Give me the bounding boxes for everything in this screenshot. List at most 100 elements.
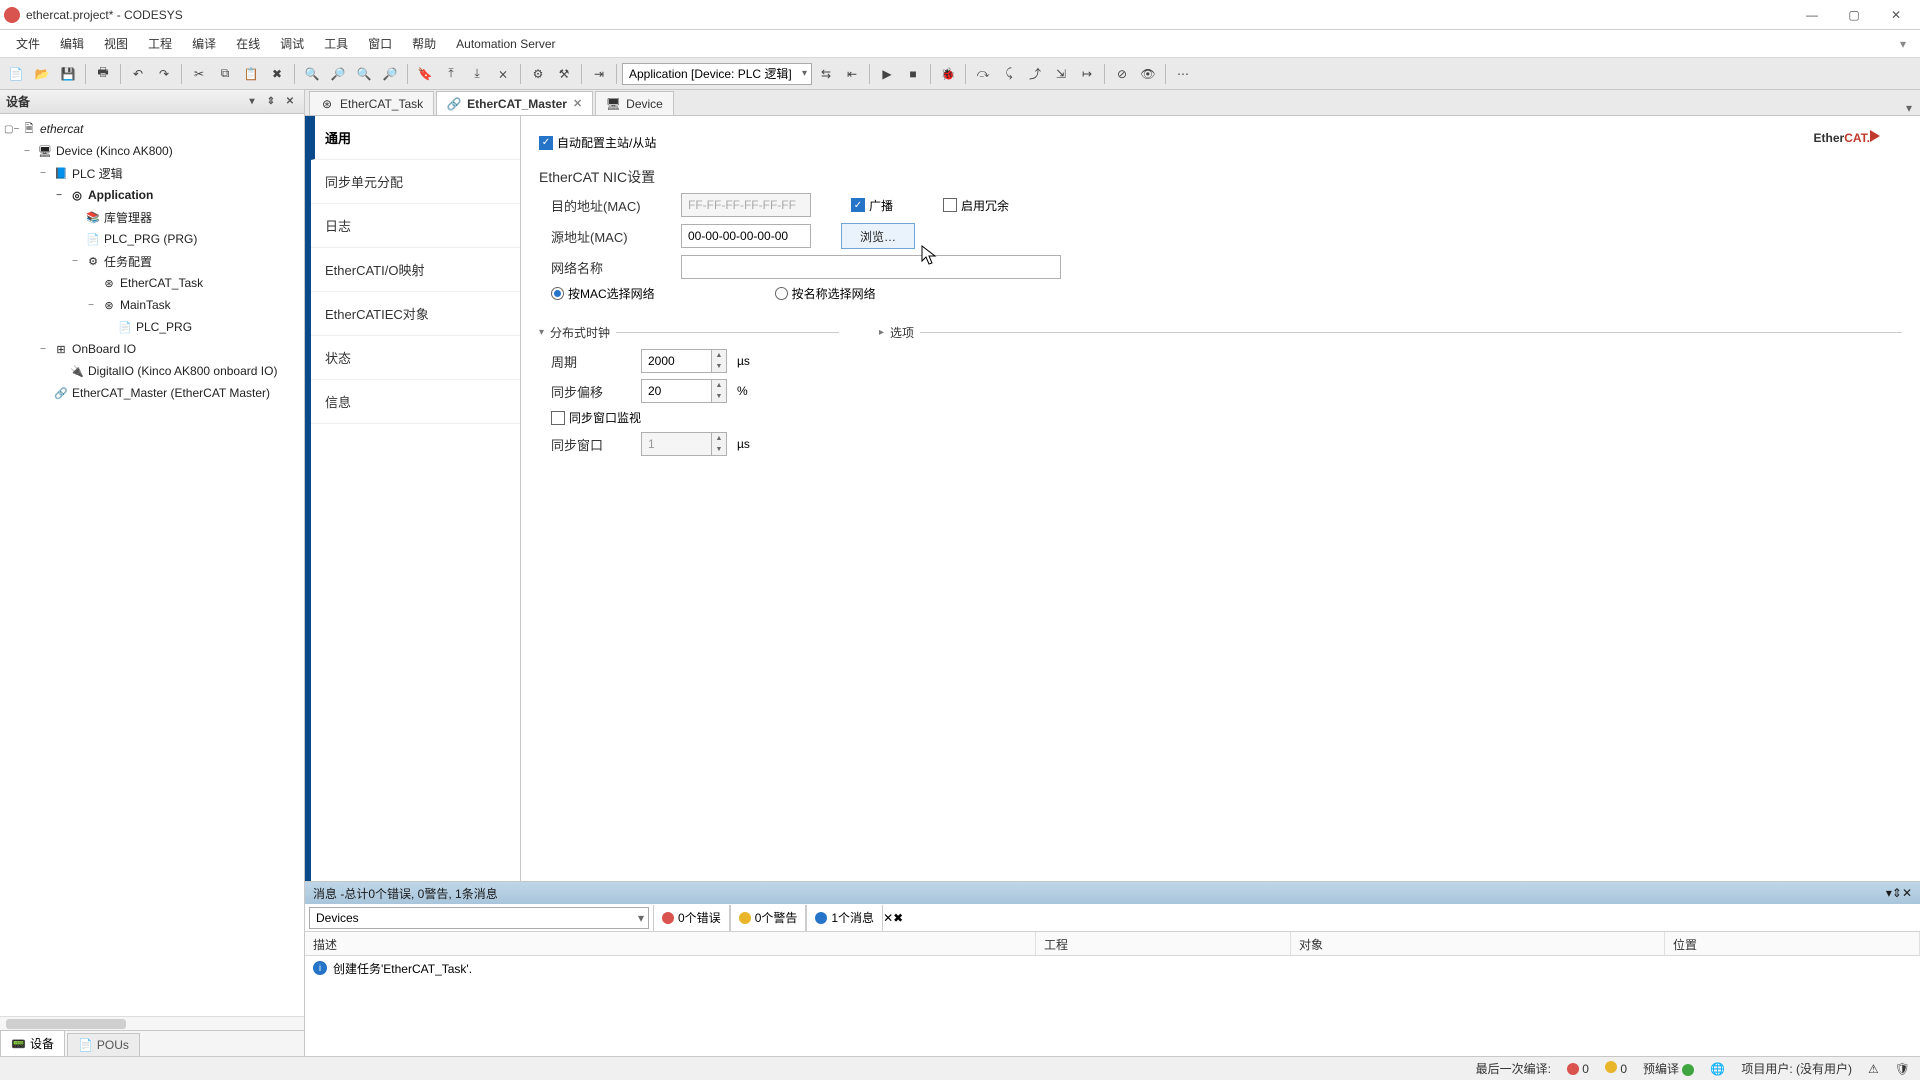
nav-info[interactable]: 信息 [311, 380, 520, 424]
sync-window-monitor-checkbox[interactable]: 同步窗口监视 [551, 409, 641, 426]
globe-icon[interactable]: 🌐 [1710, 1062, 1725, 1076]
step-out-icon[interactable]: ⤴ [1023, 62, 1047, 86]
cut-icon[interactable]: ✂ [187, 62, 211, 86]
period-spinner[interactable]: ▲▼ [641, 349, 727, 373]
save-icon[interactable]: 💾 [56, 62, 80, 86]
step-into-icon[interactable]: ⤹ [997, 62, 1021, 86]
select-by-mac-radio[interactable]: 按MAC选择网络 [551, 285, 655, 302]
build-all-icon[interactable]: ⚒ [552, 62, 576, 86]
filter-errors[interactable]: 0个错误 [653, 905, 730, 931]
menu-debug[interactable]: 调试 [270, 31, 314, 56]
nav-general[interactable]: 通用 [311, 116, 520, 160]
maximize-button[interactable]: ▢ [1834, 1, 1874, 29]
redo-icon[interactable]: ↷ [152, 62, 176, 86]
bookmark-clear-icon[interactable]: ⨯ [491, 62, 515, 86]
misc-icon[interactable]: ⋯ [1171, 62, 1195, 86]
minimize-button[interactable]: — [1792, 1, 1832, 29]
delete-icon[interactable]: ✖ [265, 62, 289, 86]
network-name-input[interactable] [681, 255, 1061, 279]
watch-icon[interactable]: 👁 [1136, 62, 1160, 86]
nav-iec-objects[interactable]: EtherCATIEC对象 [311, 292, 520, 336]
copy-icon[interactable]: ⧉ [213, 62, 237, 86]
panel-dropdown-icon[interactable]: ▾ [244, 94, 260, 110]
breakpoints-icon[interactable]: ⊘ [1110, 62, 1134, 86]
tab-device[interactable]: 🖥Device [595, 91, 674, 115]
device-tree[interactable]: ▢−🗎ethercat −🖥Device (Kinco AK800) −📘PLC… [0, 114, 304, 1016]
continue-icon[interactable]: ↦ [1075, 62, 1099, 86]
filter-warnings[interactable]: 0个警告 [730, 905, 807, 931]
broadcast-checkbox[interactable]: ✓ 广播 [851, 197, 893, 214]
tab-devices[interactable]: 📟设备 [0, 1030, 65, 1056]
msg-close-icon[interactable]: ✕ [1902, 886, 1912, 900]
col-object[interactable]: 对象 [1291, 932, 1665, 955]
panel-close-icon[interactable]: ✕ [282, 94, 298, 110]
login-app-icon[interactable]: ⇆ [814, 62, 838, 86]
tree-task-config[interactable]: −⚙任务配置 [2, 250, 302, 272]
status-icon-1[interactable]: ⚠ [1868, 1062, 1879, 1076]
find-icon[interactable]: 🔍 [300, 62, 324, 86]
messages-list[interactable]: i 创建任务'EtherCAT_Task'. [305, 956, 1920, 1056]
menu-file[interactable]: 文件 [6, 31, 50, 56]
menu-project[interactable]: 工程 [138, 31, 182, 56]
menu-view[interactable]: 视图 [94, 31, 138, 56]
start-icon[interactable]: ▶ [875, 62, 899, 86]
find-replace-icon[interactable]: 🔍 [352, 62, 376, 86]
tree-ethercat-master[interactable]: 🔗EtherCAT_Master (EtherCAT Master) [2, 382, 302, 404]
tree-plc-prg-pou[interactable]: 📄PLC_PRG (PRG) [2, 228, 302, 250]
menu-online[interactable]: 在线 [226, 31, 270, 56]
clear-messages-icon[interactable]: ✕ [883, 911, 893, 925]
undo-icon[interactable]: ↶ [126, 62, 150, 86]
msg-pin-icon[interactable]: ⇕ [1892, 886, 1902, 900]
clear-all-messages-icon[interactable]: ✖ [893, 911, 903, 925]
close-button[interactable]: ✕ [1876, 1, 1916, 29]
find-next-icon[interactable]: 🔎 [326, 62, 350, 86]
dc-section-header[interactable]: ▾ 分布式时钟 [539, 324, 839, 341]
menu-automation-server[interactable]: Automation Server [446, 33, 565, 55]
panel-pin-icon[interactable]: ⇕ [263, 94, 279, 110]
open-icon[interactable]: 📂 [30, 62, 54, 86]
options-section-header[interactable]: ▸ 选项 [879, 324, 1902, 341]
bookmark-next-icon[interactable]: ⤓ [465, 62, 489, 86]
menubar-overflow-icon[interactable]: ▾ [1892, 37, 1914, 51]
find-prev-icon[interactable]: 🔎 [378, 62, 402, 86]
offset-spinner[interactable]: ▲▼ [641, 379, 727, 403]
step-over-icon[interactable]: ⤼ [971, 62, 995, 86]
sync-window-spinner[interactable]: ▲▼ [641, 432, 727, 456]
logout-icon[interactable]: ⇤ [840, 62, 864, 86]
menu-help[interactable]: 帮助 [402, 31, 446, 56]
tree-ethercat-task[interactable]: ⊛EtherCAT_Task [2, 272, 302, 294]
tree-root[interactable]: ▢−🗎ethercat [2, 118, 302, 140]
new-icon[interactable]: 📄 [4, 62, 28, 86]
spin-down-icon[interactable]: ▼ [712, 391, 726, 402]
menu-tools[interactable]: 工具 [314, 31, 358, 56]
tree-plc-prg-taskcall[interactable]: 📄PLC_PRG [2, 316, 302, 338]
tree-library-manager[interactable]: 📚库管理器 [2, 206, 302, 228]
tree-device[interactable]: −🖥Device (Kinco AK800) [2, 140, 302, 162]
nav-io-mapping[interactable]: EtherCATI/O映射 [311, 248, 520, 292]
browse-button[interactable]: 浏览… [841, 223, 915, 249]
redundancy-checkbox[interactable]: 启用冗余 [943, 197, 1009, 214]
auto-config-checkbox[interactable]: ✓ 自动配置主站/从站 [539, 134, 656, 151]
tree-maintask[interactable]: −⊛MainTask [2, 294, 302, 316]
menu-edit[interactable]: 编辑 [50, 31, 94, 56]
spin-up-icon[interactable]: ▲ [712, 350, 726, 361]
nav-status[interactable]: 状态 [311, 336, 520, 380]
messages-scope-combo[interactable]: Devices [309, 907, 649, 929]
active-application-combo[interactable]: Application [Device: PLC 逻辑] [622, 63, 812, 85]
tree-onboard-io[interactable]: −⊞OnBoard IO [2, 338, 302, 360]
col-position[interactable]: 位置 [1665, 932, 1920, 955]
src-mac-input[interactable] [681, 224, 811, 248]
tree-application[interactable]: −◎Application [2, 184, 302, 206]
message-row[interactable]: i 创建任务'EtherCAT_Task'. [305, 956, 1920, 980]
col-description[interactable]: 描述 [305, 932, 1036, 955]
tree-horizontal-scrollbar[interactable] [0, 1016, 304, 1030]
spin-up-icon[interactable]: ▲ [712, 380, 726, 391]
stop-icon[interactable]: ■ [901, 62, 925, 86]
nav-sync-unit[interactable]: 同步单元分配 [311, 160, 520, 204]
tab-ethercat-master[interactable]: 🔗EtherCAT_Master✕ [436, 91, 593, 115]
bookmark-icon[interactable]: 🔖 [413, 62, 437, 86]
tab-pous[interactable]: 📄POUs [67, 1033, 140, 1056]
menu-build[interactable]: 编译 [182, 31, 226, 56]
debug-icon[interactable]: 🐞 [936, 62, 960, 86]
tree-digital-io[interactable]: 🔌DigitalIO (Kinco AK800 onboard IO) [2, 360, 302, 382]
